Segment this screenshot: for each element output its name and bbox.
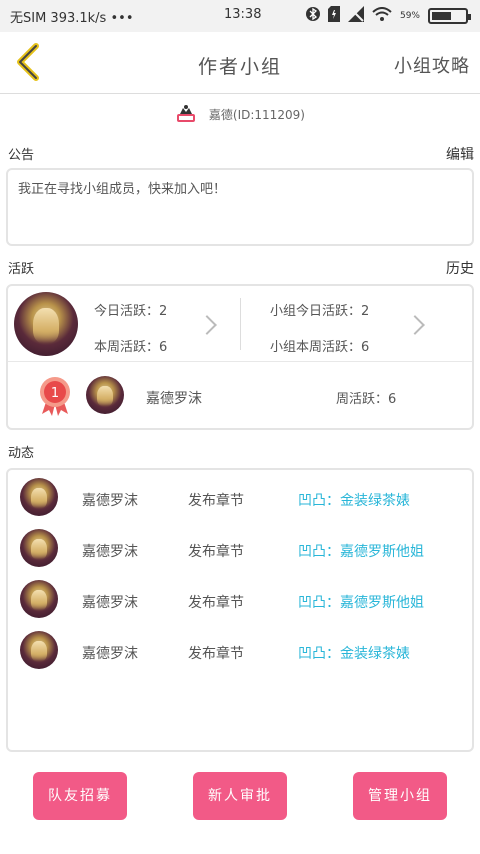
feed-user-name: 嘉德罗沫 [82,544,138,560]
list-item[interactable]: 嘉德罗沫 发布章节 凹凸：嘉德罗斯他姐 [8,578,472,622]
chevron-right-icon[interactable] [405,315,425,335]
week-activity-value: 6 [159,340,168,355]
bluetooth-icon [305,6,320,26]
feed-book-link[interactable]: 凹凸：嘉德罗斯他姐 [298,541,424,561]
more-dots: ••• [110,11,134,26]
group-guide-link[interactable]: 小组攻略 [394,52,470,78]
author-badge-icon [175,104,197,127]
list-item[interactable]: 嘉德罗沫 发布章节 凹凸：嘉德罗斯他姐 [8,527,472,571]
avatar [20,580,58,618]
notice-box: 我正在寻找小组成员，快来加入吧！ [6,168,474,246]
feed-book-link[interactable]: 凹凸：金装绿茶婊 [298,643,410,663]
group-today-value: 2 [361,304,370,319]
week-activity-label: 本周活跃： [94,340,160,355]
notice-label: 公告 [8,148,35,163]
chevron-right-icon[interactable] [197,315,217,335]
edit-notice-button[interactable]: 编辑 [446,144,474,164]
nav-bar: 作者小组 小组攻略 [0,32,480,94]
author-info: 嘉德(ID:111209) [0,104,480,127]
history-button[interactable]: 历史 [446,258,474,278]
avatar [20,478,58,516]
group-week-value: 6 [361,340,370,355]
battery-icon [428,8,471,24]
activity-label: 活跃 [8,262,35,277]
notice-content: 我正在寻找小组成员，快来加入吧！ [18,182,227,197]
rank-number: 1 [51,386,59,401]
battery-percent: 59% [399,11,420,21]
rank-medal-icon: 1 [38,376,72,416]
feed-action: 发布章节 [188,646,244,662]
feed-book-link[interactable]: 凹凸：嘉德罗斯他姐 [298,592,424,612]
avatar [20,631,58,669]
top-member-week: 周活跃：6 [336,388,396,407]
divider [240,298,241,350]
activity-stats: 今日活跃：2 本周活跃：6 小组今日活跃：2 小组本周活跃：6 [8,286,472,362]
no-signal-icon [347,6,364,26]
feed-action: 发布章节 [188,595,244,611]
list-item[interactable]: 嘉德罗沫 发布章节 凹凸：金装绿茶婊 [8,476,472,520]
feed-user-name: 嘉德罗沫 [82,493,138,509]
today-activity-value: 2 [159,304,168,319]
avatar [14,292,78,356]
status-icons: 59% [305,6,471,26]
feed-book-link[interactable]: 凹凸：金装绿茶婊 [298,490,410,510]
feed-user-name: 嘉德罗沫 [82,646,138,662]
feed-user-name: 嘉德罗沫 [82,595,138,611]
battery-fill [432,12,451,20]
feed-label: 动态 [8,446,35,461]
wifi-icon [372,7,392,25]
author-name-id: 嘉德(ID:111209) [208,108,305,122]
list-item[interactable]: 嘉德罗沫 发布章节 凹凸：金装绿茶婊 [8,629,472,673]
status-bar: 无SIM 393.1k/s ••• 13:38 59% [0,0,480,32]
group-week-activity: 小组本周活跃：6 [270,336,369,355]
approve-button[interactable]: 新人审批 [193,772,287,820]
top-member-name: 嘉德罗沫 [146,391,202,407]
feed-action: 发布章节 [188,544,244,560]
recruit-button[interactable]: 队友招募 [33,772,127,820]
feed-box: 嘉德罗沫 发布章节 凹凸：金装绿茶婊 嘉德罗沫 发布章节 凹凸：嘉德罗斯他姐 嘉… [6,468,474,752]
top-week-value: 6 [388,392,397,407]
carrier-text: 无SIM 393.1k/s [10,11,107,26]
status-carrier: 无SIM 393.1k/s ••• [10,7,134,26]
activity-box: 今日活跃：2 本周活跃：6 小组今日活跃：2 小组本周活跃：6 1 嘉德罗沫 周… [6,284,474,430]
status-time: 13:38 [224,7,262,22]
manage-group-button[interactable]: 管理小组 [353,772,447,820]
group-today-activity: 小组今日活跃：2 [270,300,369,319]
feed-action: 发布章节 [188,493,244,509]
group-today-label: 小组今日活跃： [270,304,362,319]
avatar [20,529,58,567]
group-week-label: 小组本周活跃： [270,340,362,355]
week-activity: 本周活跃：6 [94,336,167,355]
today-activity-label: 今日活跃： [94,304,160,319]
avatar [86,376,124,414]
sd-card-icon [327,6,340,26]
today-activity: 今日活跃：2 [94,300,167,319]
top-week-label: 周活跃： [336,392,389,407]
